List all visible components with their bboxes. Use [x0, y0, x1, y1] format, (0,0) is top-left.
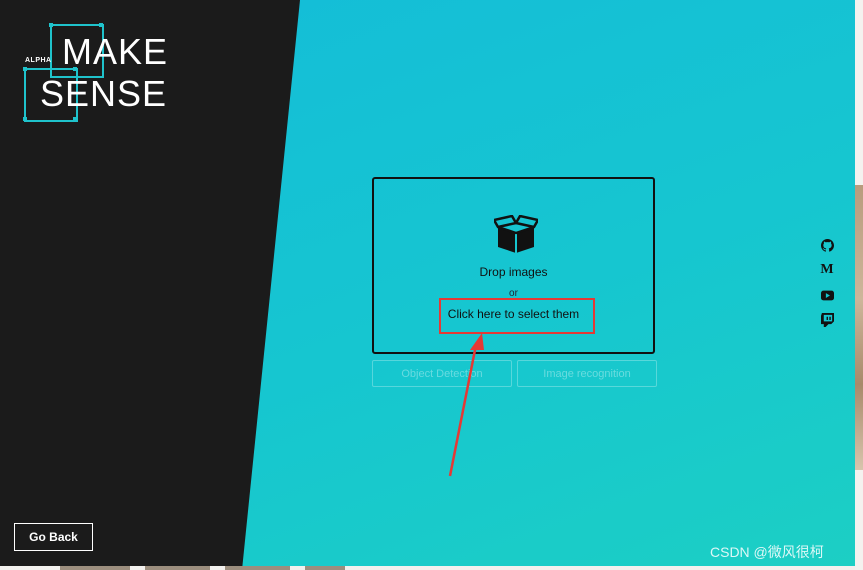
make-sense-logo: ALPHA MAKE SENSE: [22, 22, 172, 124]
twitch-icon[interactable]: [819, 312, 835, 328]
go-back-button[interactable]: Go Back: [14, 523, 93, 551]
background-photo: [855, 185, 863, 470]
background-page-edge: [855, 0, 863, 570]
logo-badge: ALPHA: [25, 57, 52, 64]
github-icon[interactable]: [819, 237, 835, 253]
image-recognition-button[interactable]: Image recognition: [517, 360, 657, 387]
logo-line-1: MAKE: [62, 31, 169, 72]
background-page-bottom: [0, 566, 855, 570]
drop-images-label: Drop images: [479, 265, 548, 279]
open-box-icon: [494, 215, 538, 253]
left-panel: ALPHA MAKE SENSE Go Back: [0, 0, 300, 570]
main-stage: ALPHA MAKE SENSE Go Back Drop images or …: [0, 0, 855, 570]
object-detection-button[interactable]: Object Detection: [372, 360, 512, 387]
logo-line-2: SENSE: [40, 73, 168, 114]
watermark: CSDN @微风很柯: [710, 544, 824, 560]
youtube-icon[interactable]: [819, 287, 835, 303]
annotation-highlight-box: [439, 298, 595, 334]
medium-icon[interactable]: M: [819, 262, 835, 278]
